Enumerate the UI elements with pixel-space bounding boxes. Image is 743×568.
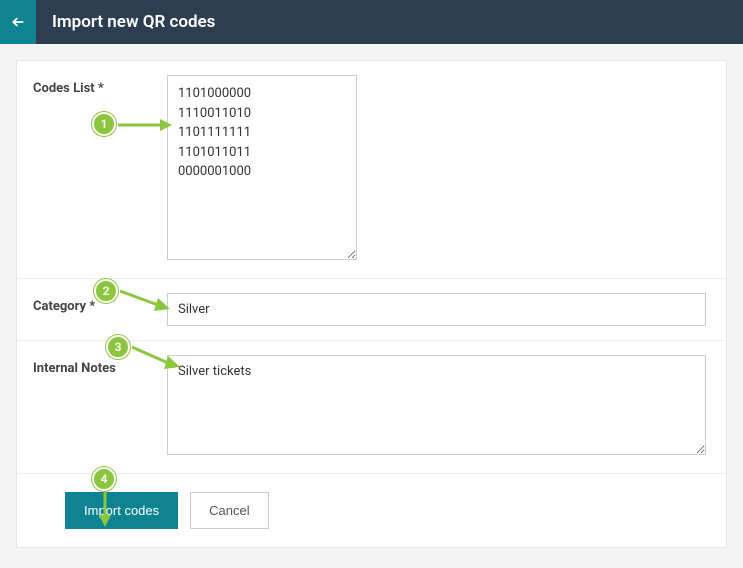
form-panel: Codes List * Category * Internal Notes I… [16,60,727,548]
actions-row: Import codes Cancel [17,473,726,547]
back-button[interactable] [0,0,36,44]
category-label: Category * [17,293,167,314]
internal-notes-label: Internal Notes [17,355,167,376]
cancel-button[interactable]: Cancel [190,492,268,529]
page-title: Import new QR codes [36,0,215,44]
topbar: Import new QR codes [0,0,743,44]
codes-list-textarea[interactable] [167,75,357,260]
internal-notes-textarea[interactable] [167,355,706,455]
field-category: Category * [17,278,726,340]
import-codes-button[interactable]: Import codes [65,492,178,529]
field-codes-list: Codes List * [17,61,726,278]
category-input[interactable] [167,293,706,326]
arrow-left-icon [11,15,25,29]
codes-list-label: Codes List * [17,75,167,96]
field-internal-notes: Internal Notes [17,340,726,473]
